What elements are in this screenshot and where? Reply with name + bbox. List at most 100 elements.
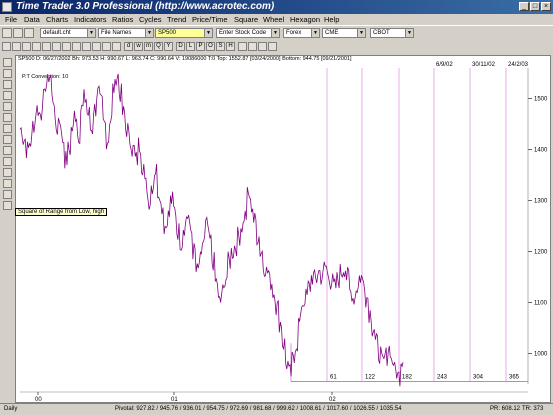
draw-tool-13-icon[interactable] [3, 190, 12, 199]
cycle-label: 61 [330, 375, 337, 381]
chevron-down-icon: ▼ [87, 29, 95, 37]
chevron-down-icon: ▼ [271, 29, 279, 37]
file-names-select[interactable]: File Names ▼ [98, 28, 154, 38]
forex-value: Forex [286, 30, 302, 36]
menu-ratios[interactable]: Ratios [112, 15, 133, 24]
new-file-icon[interactable] [2, 28, 12, 38]
cycle-label: 243 [437, 375, 448, 381]
menu-data[interactable]: Data [24, 15, 40, 24]
exchange1-value: CME [325, 30, 339, 36]
chevron-down-icon: ▼ [311, 29, 319, 37]
tool-s-button[interactable]: S [216, 42, 225, 51]
tool-d-button[interactable]: D [176, 42, 185, 51]
quote-info-line: SP500 D: 06/27/2002 Bh: 973.53 H: 990.67… [18, 56, 352, 62]
cycle-date-label: 6/9/02 [436, 62, 453, 68]
draw-tool-14-icon[interactable] [3, 201, 12, 210]
status-tr: TR: 373 [522, 406, 544, 412]
maximize-button[interactable]: □ [530, 2, 540, 11]
text-icon[interactable] [102, 42, 111, 51]
cycle-label: 365 [509, 375, 520, 381]
scroll-left-icon[interactable] [42, 42, 51, 51]
draw-tool-1-icon[interactable] [3, 58, 12, 67]
cursor-icon[interactable] [12, 42, 21, 51]
draw-tool-10-icon[interactable] [3, 157, 12, 166]
minimize-button[interactable]: _ [519, 2, 529, 11]
cycle-label: 304 [473, 375, 484, 381]
menu-help[interactable]: Help [324, 15, 339, 24]
menu-hexagon[interactable]: Hexagon [290, 15, 320, 24]
drawing-toolbar [0, 55, 15, 400]
tool-h-button[interactable]: H [226, 42, 235, 51]
chevron-down-icon: ▼ [357, 29, 365, 37]
draw-tool-6-icon[interactable] [3, 113, 12, 122]
forex-select[interactable]: Forex ▼ [283, 28, 320, 38]
grid-toggle-icon[interactable] [248, 42, 257, 51]
exchange1-select[interactable]: CME ▼ [322, 28, 366, 38]
period-monthly-button[interactable]: m [144, 42, 153, 51]
cycle-date-label: 24/2/03 [508, 62, 529, 68]
file-names-value: File Names [101, 30, 132, 36]
close-button[interactable]: × [541, 2, 551, 11]
draw-tool-5-icon[interactable] [3, 102, 12, 111]
menu-charts[interactable]: Charts [46, 15, 68, 24]
line-icon[interactable] [92, 42, 101, 51]
scroll-right-icon[interactable] [52, 42, 61, 51]
draw-tool-9-icon[interactable] [3, 146, 12, 155]
menu-square[interactable]: Square [234, 15, 258, 24]
cycle-date-label: 30/11/02 [472, 62, 496, 68]
stock-code-select[interactable]: Enter Stock Code ▼ [216, 28, 280, 38]
draw-tool-7-icon[interactable] [3, 124, 12, 133]
draw-tool-3-icon[interactable] [3, 80, 12, 89]
save-icon[interactable] [24, 28, 34, 38]
info-icon[interactable] [258, 42, 267, 51]
status-bar: Daily Pivotal: 927.82 / 945.76 / 936.01 … [0, 403, 553, 415]
period-quarterly-button[interactable]: Q [154, 42, 163, 51]
zoom-out-icon[interactable] [32, 42, 41, 51]
y-tick-label: 1400 [534, 148, 548, 154]
draw-tool-2-icon[interactable] [3, 69, 12, 78]
status-pr: PR: 608.12 [490, 406, 521, 412]
x-tick-label: 00 [35, 397, 42, 402]
settings-icon[interactable] [238, 42, 247, 51]
menu-trend[interactable]: Trend [167, 15, 186, 24]
zoom-in-icon[interactable] [22, 42, 31, 51]
status-pivots: Pivotal: 927.82 / 945.76 / 936.01 / 954.… [115, 406, 402, 412]
tool-tooltip: Square of Range from Low, high [15, 208, 108, 216]
title-bar: Time Trader 3.0 Professional (http://www… [0, 0, 553, 14]
tool-p-button[interactable]: P [196, 42, 205, 51]
chart-type-icon[interactable] [62, 42, 71, 51]
period-yearly-button[interactable]: Y [164, 42, 173, 51]
x-tick-label: 01 [171, 397, 178, 402]
menu-cycles[interactable]: Cycles [139, 15, 162, 24]
open-folder-icon[interactable] [13, 28, 23, 38]
print-icon[interactable] [2, 42, 11, 51]
chart-toolbar: d w m Q Y D L P O S H [0, 40, 553, 54]
price-chart[interactable]: P.T Conversion: 10 1500 1400 1300 1200 1100 10… [16, 56, 550, 403]
draw-tool-11-icon[interactable] [3, 168, 12, 177]
menu-wheel[interactable]: Wheel [263, 15, 284, 24]
grid-icon[interactable] [72, 42, 81, 51]
draw-tool-4-icon[interactable] [3, 91, 12, 100]
tool-l-button[interactable]: L [186, 42, 195, 51]
chart-file-value: default.cht [43, 30, 71, 36]
exchange2-value: CBOT [373, 30, 390, 36]
color-icon[interactable] [82, 42, 91, 51]
period-daily-button[interactable]: d [124, 42, 133, 51]
app-icon [2, 2, 12, 12]
period-weekly-button[interactable]: w [134, 42, 143, 51]
y-tick-label: 1000 [534, 351, 548, 357]
menu-price-time[interactable]: Price/Time [192, 15, 228, 24]
exchange2-select[interactable]: CBOT ▼ [370, 28, 414, 38]
symbol-select[interactable]: SP500 ▼ [155, 28, 213, 38]
draw-tool-8-icon[interactable] [3, 135, 12, 144]
ruler-icon[interactable] [112, 42, 121, 51]
chart-panel[interactable]: P.T Conversion: 10 1500 1400 1300 1200 1100 10… [15, 55, 551, 403]
draw-tool-12-icon[interactable] [3, 179, 12, 188]
chart-file-select[interactable]: default.cht ▼ [40, 28, 96, 38]
tool-o-button[interactable]: O [206, 42, 215, 51]
menu-bar: File Data Charts Indicators Ratios Cycle… [0, 14, 553, 25]
menu-indicators[interactable]: Indicators [74, 15, 107, 24]
chart-label: P.T Conversion: 10 [22, 74, 68, 80]
menu-file[interactable]: File [5, 15, 17, 24]
help-icon[interactable] [268, 42, 277, 51]
